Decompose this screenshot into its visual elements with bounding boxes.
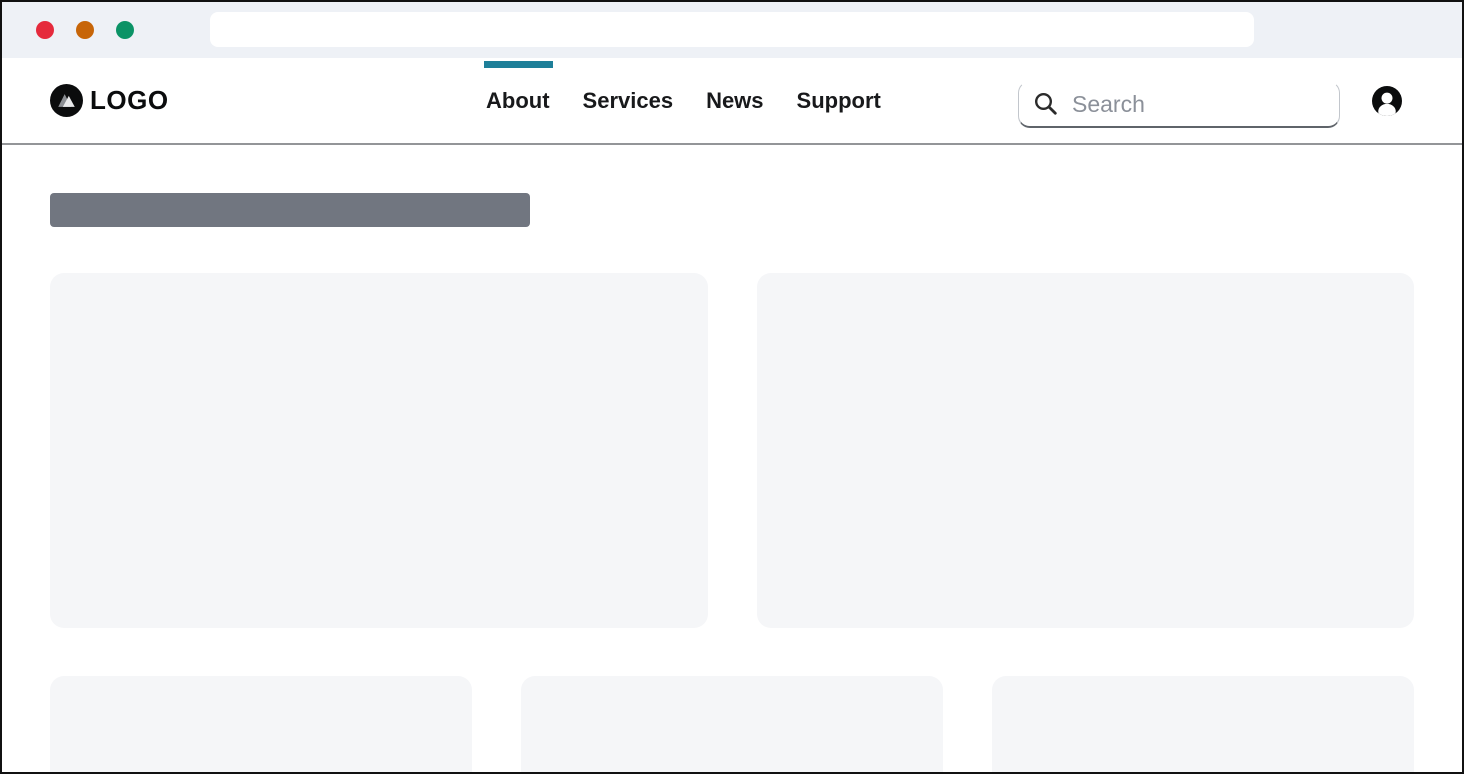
- content-card-small-3: [992, 676, 1414, 774]
- nav-item-services[interactable]: Services: [583, 58, 674, 143]
- heading-placeholder: [50, 193, 530, 227]
- logo-text: LOGO: [90, 85, 169, 116]
- window-close-button[interactable]: [36, 21, 54, 39]
- window-maximize-button[interactable]: [116, 21, 134, 39]
- browser-chrome-bar: [2, 2, 1462, 58]
- logo[interactable]: LOGO: [50, 58, 169, 143]
- nav-item-support[interactable]: Support: [797, 58, 881, 143]
- content-card-small-1: [50, 676, 472, 774]
- nav-item-about[interactable]: About: [486, 58, 550, 143]
- nav-item-news[interactable]: News: [706, 58, 763, 143]
- browser-window: LOGO About Services News Support: [0, 0, 1464, 774]
- search-icon: [1033, 91, 1059, 117]
- user-avatar-icon[interactable]: [1372, 86, 1402, 116]
- content-card-small-2: [521, 676, 943, 774]
- small-card-row: [50, 676, 1414, 774]
- site-header: LOGO About Services News Support: [2, 58, 1462, 145]
- url-bar[interactable]: [210, 12, 1254, 47]
- mountain-logo-icon: [50, 84, 83, 117]
- content-card-large-1: [50, 273, 708, 628]
- search-input[interactable]: [1072, 91, 1327, 118]
- window-minimize-button[interactable]: [76, 21, 94, 39]
- main-nav: About Services News Support: [486, 58, 881, 143]
- large-card-row: [50, 273, 1414, 628]
- page-content: [2, 193, 1462, 774]
- window-controls: [2, 21, 134, 39]
- search-box: [1018, 81, 1340, 128]
- content-card-large-2: [757, 273, 1415, 628]
